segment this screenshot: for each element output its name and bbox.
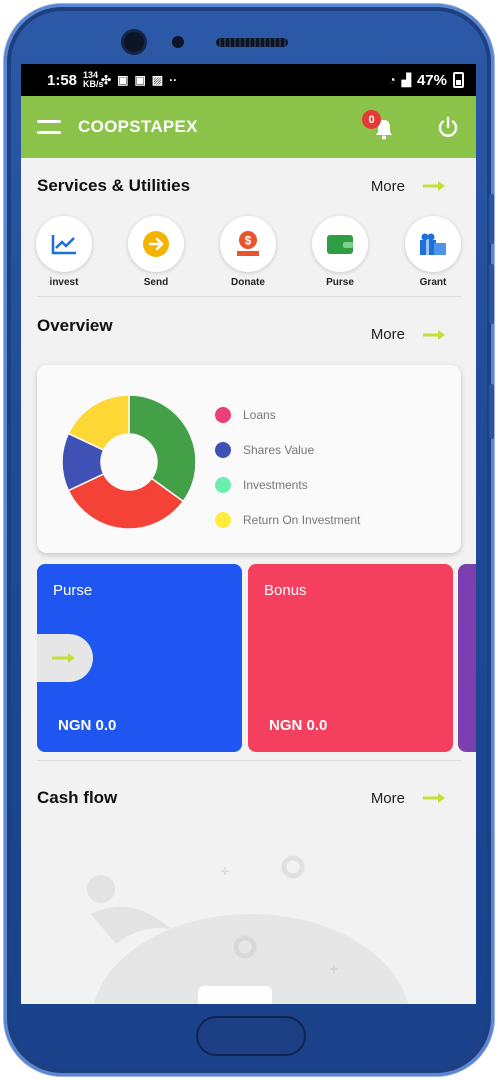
service-purse-circle[interactable]: [312, 216, 368, 272]
notification-badge: 0: [362, 110, 381, 129]
mail-icon: ▣: [117, 73, 129, 87]
legend-dot-investments: [215, 476, 231, 493]
menu-icon[interactable]: [37, 120, 61, 134]
legend-label-shares: Shares Value: [243, 442, 315, 457]
purse-card[interactable]: Purse NGN 0.0: [37, 564, 242, 752]
service-grant-label: Grant: [419, 277, 447, 288]
legend-dot-loans: [215, 406, 231, 423]
cashflow-more-arrow-icon[interactable]: [423, 792, 447, 804]
app-title: COOPSTAPEX: [78, 117, 198, 136]
wallet-icon: [327, 235, 353, 254]
notifications-button[interactable]: 0: [362, 110, 396, 144]
gift-icon: [420, 233, 446, 255]
purse-card-title: Purse: [53, 582, 93, 599]
bonus-card-amount: NGN 0.0: [269, 717, 328, 734]
services-more-link[interactable]: More: [371, 178, 405, 195]
donate-hand-icon: $: [237, 231, 259, 256]
net-speed: 134 KB/s: [83, 70, 104, 89]
earpiece-speaker: [216, 38, 288, 47]
app-screen: 1:58 134 KB/s ✣ ▣ ▣ ▨ ·· ◔ ▟ 47% COOPSTA…: [21, 64, 476, 1004]
chart-line-icon: [51, 235, 76, 255]
divider: [37, 760, 461, 761]
arrow-right-icon: [52, 653, 75, 663]
service-grant-circle[interactable]: [405, 216, 461, 272]
gmail-icon: ▣: [134, 73, 146, 87]
overview-more-link[interactable]: More: [371, 326, 405, 343]
overview-more-row: More: [37, 326, 461, 343]
legend-dot-roi: [215, 511, 231, 528]
service-send-label: Send: [143, 277, 169, 288]
status-time: 1:58: [47, 71, 78, 89]
cashflow-header: Cash flow More: [37, 788, 461, 808]
overview-more-arrow-icon[interactable]: [423, 329, 447, 341]
signal-icon: ▟: [401, 73, 411, 87]
power-icon[interactable]: [436, 115, 460, 139]
service-invest-label: invest: [49, 277, 79, 288]
legend-item-roi: Return On Investment: [215, 502, 360, 537]
legend-label-loans: Loans: [243, 407, 276, 422]
service-purse-label: Purse: [326, 277, 354, 288]
services-header: Services & Utilities More: [37, 176, 461, 196]
services-title: Services & Utilities: [37, 176, 191, 195]
svg-text:$: $: [245, 234, 252, 248]
proximity-sensor: [172, 36, 184, 48]
service-donate-circle[interactable]: $: [220, 216, 276, 272]
divider: [37, 296, 461, 297]
bonus-card-title: Bonus: [264, 582, 307, 599]
home-button[interactable]: [196, 1016, 306, 1056]
volume-down-button: [489, 264, 494, 324]
app-bar: COOPSTAPEX 0: [21, 96, 476, 158]
gesture-bar: [198, 986, 272, 1004]
next-card-peek[interactable]: [458, 564, 476, 752]
front-camera-icon: [124, 32, 144, 52]
power-side-button: [489, 384, 494, 439]
legend-item-loans: Loans: [215, 397, 360, 432]
service-invest[interactable]: invest: [29, 216, 99, 288]
purse-arrow-button[interactable]: [37, 634, 93, 682]
service-invest-circle[interactable]: [36, 216, 92, 272]
volume-up-button: [489, 194, 494, 244]
legend-item-investments: Investments: [215, 467, 360, 502]
service-donate[interactable]: $ Donate: [213, 216, 283, 288]
overview-legend: Loans Shares Value Investments Return On…: [215, 397, 360, 537]
cashflow-more-link[interactable]: More: [371, 790, 405, 807]
cashflow-title: Cash flow: [37, 788, 118, 807]
services-more-arrow-icon[interactable]: [423, 180, 447, 192]
legend-label-investments: Investments: [243, 477, 308, 492]
service-purse[interactable]: Purse: [305, 216, 375, 288]
arrow-circle-icon: [143, 231, 169, 257]
battery-percent: 47%: [416, 71, 447, 89]
empty-state-illustration: [87, 855, 409, 1004]
service-donate-label: Donate: [231, 277, 265, 288]
service-send-circle[interactable]: [128, 216, 184, 272]
service-send[interactable]: Send: [121, 216, 191, 288]
overview-donut-chart: [61, 394, 197, 530]
bonus-card[interactable]: Bonus NGN 0.0: [248, 564, 453, 752]
service-grant[interactable]: Grant: [398, 216, 468, 288]
status-bar: 1:58 134 KB/s ✣ ▣ ▣ ▨ ·· ◔ ▟ 47%: [21, 64, 476, 96]
image-icon: ▨: [151, 73, 164, 87]
legend-label-roi: Return On Investment: [243, 512, 361, 527]
legend-item-shares: Shares Value: [215, 432, 360, 467]
legend-dot-shares: [215, 441, 231, 458]
overview-card: Loans Shares Value Investments Return On…: [37, 365, 461, 553]
purse-card-amount: NGN 0.0: [58, 717, 117, 734]
more-notifications-icon: ··: [169, 73, 178, 87]
battery-icon: [453, 72, 464, 88]
wifi-icon: ◔: [388, 73, 396, 87]
apps-icon: ✣: [101, 73, 112, 87]
